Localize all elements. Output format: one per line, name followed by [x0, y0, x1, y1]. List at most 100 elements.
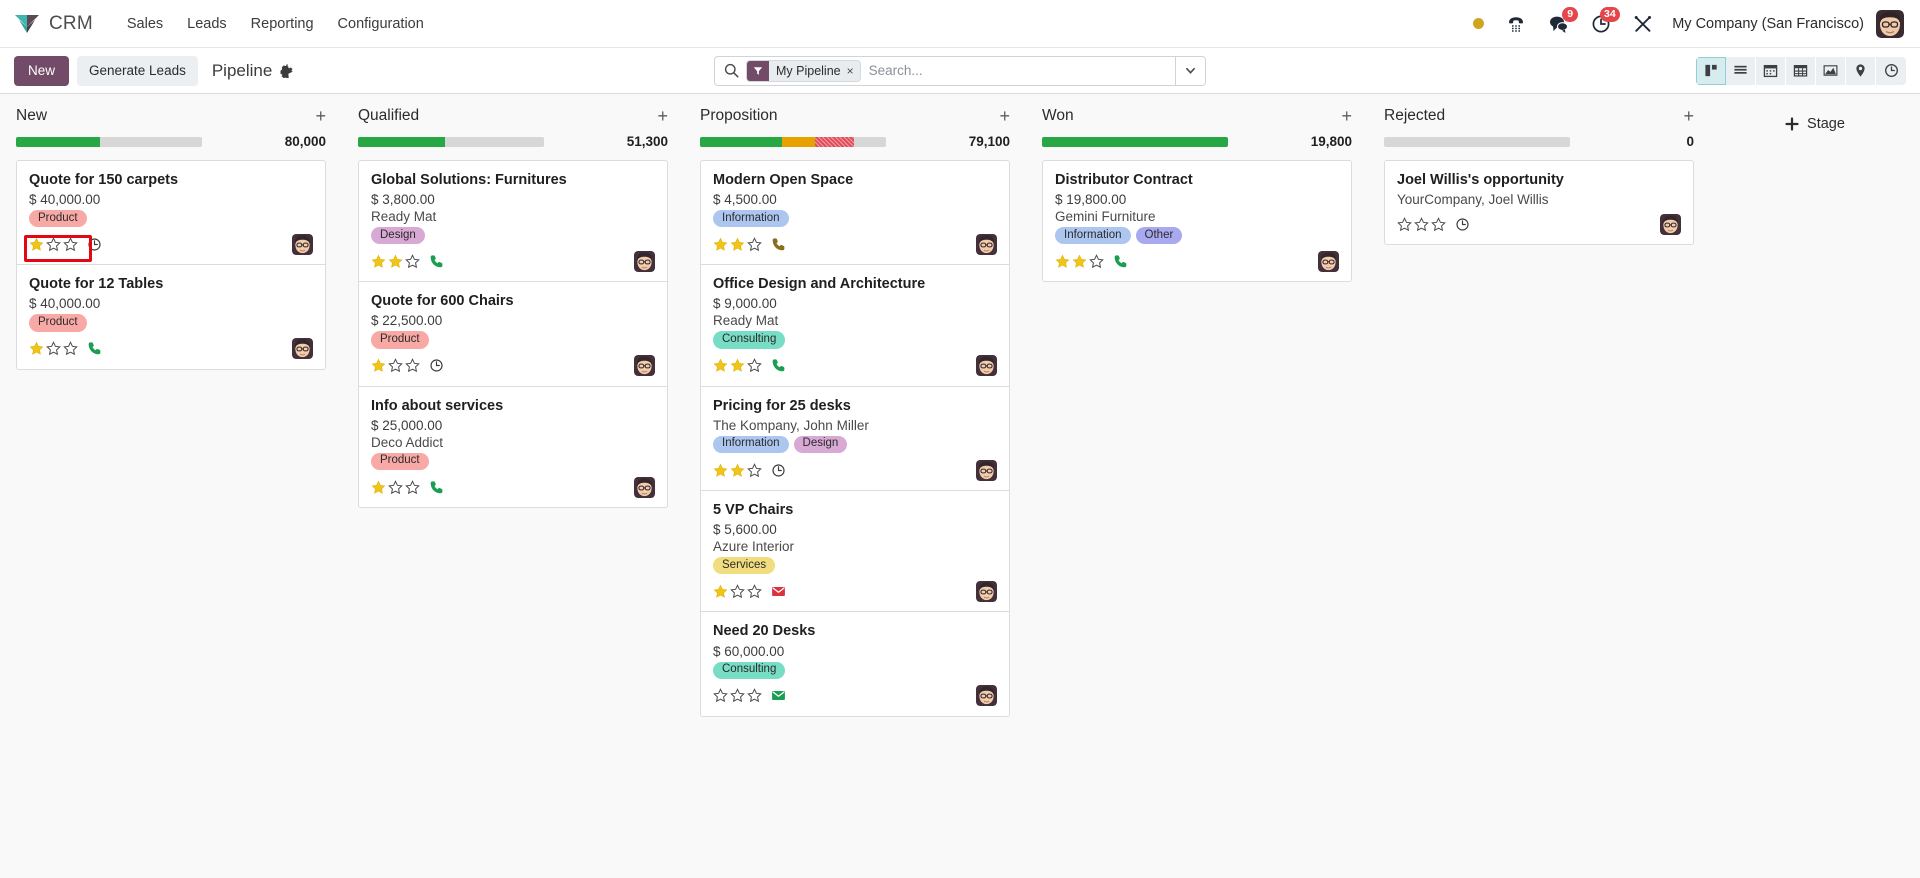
- clock-icon[interactable]: [87, 237, 102, 252]
- messages-button[interactable]: 9: [1537, 6, 1580, 41]
- card-tag[interactable]: Consulting: [713, 331, 786, 349]
- envelope-icon[interactable]: [771, 584, 786, 599]
- card-priority-stars[interactable]: [1397, 216, 1446, 232]
- kanban-card[interactable]: Pricing for 25 desks The Kompany, John Mi…: [701, 387, 1009, 492]
- star-empty-icon[interactable]: [388, 479, 403, 495]
- star-filled-icon[interactable]: [713, 584, 728, 599]
- progress-segment-grey[interactable]: [99, 136, 202, 147]
- record-avatar[interactable]: [1660, 213, 1681, 235]
- generate-leads-button[interactable]: Generate Leads: [77, 55, 198, 86]
- star-filled-icon[interactable]: [713, 463, 728, 478]
- star-empty-icon[interactable]: [63, 237, 78, 252]
- phone-icon[interactable]: [771, 237, 786, 252]
- star-empty-icon[interactable]: [1414, 216, 1429, 232]
- clock-icon[interactable]: [429, 358, 444, 373]
- star-empty-icon[interactable]: [747, 462, 762, 478]
- card-activity-indicator[interactable]: [771, 463, 786, 478]
- record-avatar[interactable]: [634, 250, 655, 272]
- star-filled-icon[interactable]: [713, 237, 728, 252]
- card-activity-indicator[interactable]: [429, 254, 444, 269]
- record-avatar[interactable]: [976, 355, 997, 377]
- phone-icon[interactable]: [87, 341, 102, 356]
- column-total-amount[interactable]: 79,100: [969, 134, 1010, 149]
- star-empty-icon[interactable]: [747, 584, 762, 599]
- envelope-icon[interactable]: [771, 688, 786, 703]
- progress-segment-orange[interactable]: [781, 136, 816, 147]
- star-empty-icon[interactable]: [747, 688, 762, 703]
- kanban-card[interactable]: Quote for 12 Tables $ 40,000.00 Product: [17, 265, 325, 368]
- view-button-calendar[interactable]: [1756, 56, 1786, 85]
- presence-status-button[interactable]: [1462, 7, 1495, 41]
- column-add-record-button[interactable]: +: [999, 107, 1010, 125]
- clock-icon[interactable]: [1455, 217, 1470, 232]
- column-total-amount[interactable]: 80,000: [285, 134, 326, 149]
- column-add-record-button[interactable]: +: [657, 107, 668, 125]
- star-empty-icon[interactable]: [405, 479, 420, 495]
- star-empty-icon[interactable]: [713, 688, 728, 703]
- column-title[interactable]: Proposition: [700, 107, 778, 125]
- card-priority-stars[interactable]: [713, 237, 762, 252]
- debug-tools-button[interactable]: [1622, 7, 1664, 41]
- card-activity-indicator[interactable]: [429, 358, 444, 373]
- card-priority-stars[interactable]: [29, 341, 78, 356]
- card-priority-stars[interactable]: [371, 254, 420, 269]
- star-filled-icon[interactable]: [388, 254, 403, 269]
- column-title[interactable]: New: [16, 107, 47, 125]
- record-avatar[interactable]: [976, 459, 997, 481]
- progress-segment-grey[interactable]: [445, 136, 544, 147]
- card-priority-stars[interactable]: [713, 584, 762, 599]
- card-tag[interactable]: Product: [29, 210, 87, 228]
- record-avatar[interactable]: [634, 355, 655, 377]
- card-tag[interactable]: Other: [1135, 227, 1183, 245]
- kanban-card[interactable]: Info about services $ 25,000.00 Deco Addic…: [359, 387, 667, 507]
- card-priority-stars[interactable]: [371, 358, 420, 373]
- column-total-amount[interactable]: 0: [1686, 134, 1694, 149]
- star-filled-icon[interactable]: [713, 358, 728, 373]
- card-tag[interactable]: Information: [1055, 227, 1131, 245]
- kanban-card[interactable]: Office Design and Architecture $ 9,000.00…: [701, 265, 1009, 387]
- progress-segment-red[interactable]: [815, 136, 855, 147]
- star-filled-icon[interactable]: [1072, 254, 1087, 269]
- star-empty-icon[interactable]: [388, 358, 403, 373]
- card-tag[interactable]: Consulting: [713, 661, 786, 679]
- view-button-map[interactable]: [1846, 56, 1876, 85]
- star-filled-icon[interactable]: [371, 480, 386, 495]
- kanban-card[interactable]: Modern Open Space $ 4,500.00 Information: [701, 161, 1009, 266]
- card-activity-indicator[interactable]: [87, 237, 102, 252]
- search-input[interactable]: [866, 56, 1175, 85]
- progress-bar[interactable]: [16, 136, 202, 147]
- search-facet-remove-icon[interactable]: ×: [846, 65, 860, 77]
- star-filled-icon[interactable]: [29, 237, 44, 252]
- view-button-kanban[interactable]: [1696, 56, 1726, 85]
- column-title[interactable]: Qualified: [358, 107, 419, 125]
- record-avatar[interactable]: [976, 233, 997, 255]
- new-record-button[interactable]: New: [14, 55, 70, 86]
- card-tag[interactable]: Information: [713, 435, 789, 454]
- star-filled-icon[interactable]: [1055, 254, 1070, 269]
- kanban-card[interactable]: Global Solutions: Furnitures $ 3,800.00 Re…: [359, 161, 667, 283]
- star-empty-icon[interactable]: [730, 584, 745, 599]
- progress-segment-green[interactable]: [700, 136, 782, 147]
- kanban-card[interactable]: Distributor Contract $ 19,800.00 Gemini Fu…: [1043, 161, 1351, 281]
- record-avatar[interactable]: [292, 233, 313, 255]
- card-tag[interactable]: Product: [29, 314, 87, 332]
- progress-segment-grey[interactable]: [1384, 136, 1570, 147]
- card-tag[interactable]: Design: [371, 227, 425, 245]
- card-priority-stars[interactable]: [371, 479, 420, 495]
- progress-bar[interactable]: [358, 136, 544, 147]
- card-tag[interactable]: Product: [371, 452, 429, 471]
- column-total-amount[interactable]: 19,800: [1311, 134, 1352, 149]
- column-title[interactable]: Rejected: [1384, 107, 1445, 125]
- card-priority-stars[interactable]: [713, 358, 762, 373]
- kanban-card[interactable]: Quote for 600 Chairs $ 22,500.00 Product: [359, 282, 667, 387]
- record-avatar[interactable]: [292, 338, 313, 360]
- star-empty-icon[interactable]: [405, 358, 420, 373]
- kanban-card[interactable]: 5 VP Chairs $ 5,600.00 Azure Interior Servi…: [701, 491, 1009, 613]
- column-add-record-button[interactable]: +: [1341, 107, 1352, 125]
- record-avatar[interactable]: [634, 476, 655, 498]
- star-empty-icon[interactable]: [405, 254, 420, 269]
- phone-icon[interactable]: [1113, 254, 1128, 269]
- star-filled-icon[interactable]: [730, 237, 745, 252]
- progress-bar[interactable]: [1042, 136, 1228, 147]
- star-empty-icon[interactable]: [63, 341, 78, 356]
